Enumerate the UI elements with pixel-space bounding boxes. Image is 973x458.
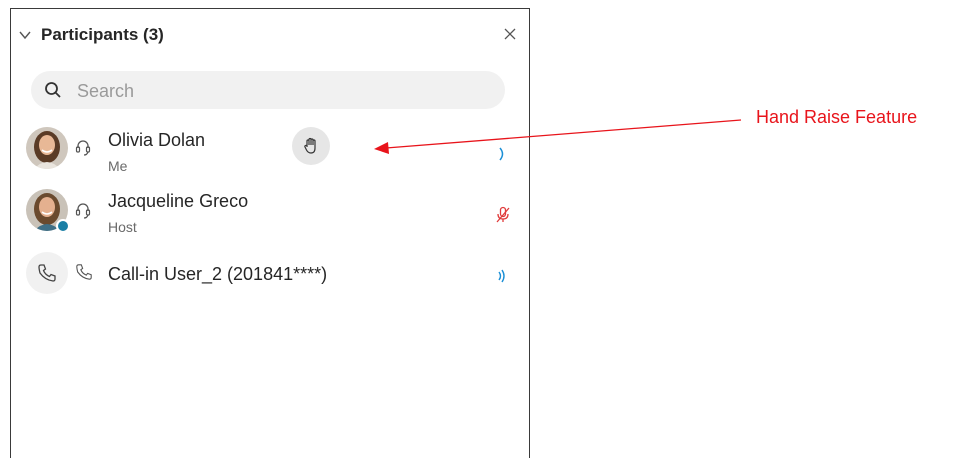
annotation-arrow: [374, 119, 742, 154]
annotation-label: Hand Raise Feature: [756, 107, 918, 127]
